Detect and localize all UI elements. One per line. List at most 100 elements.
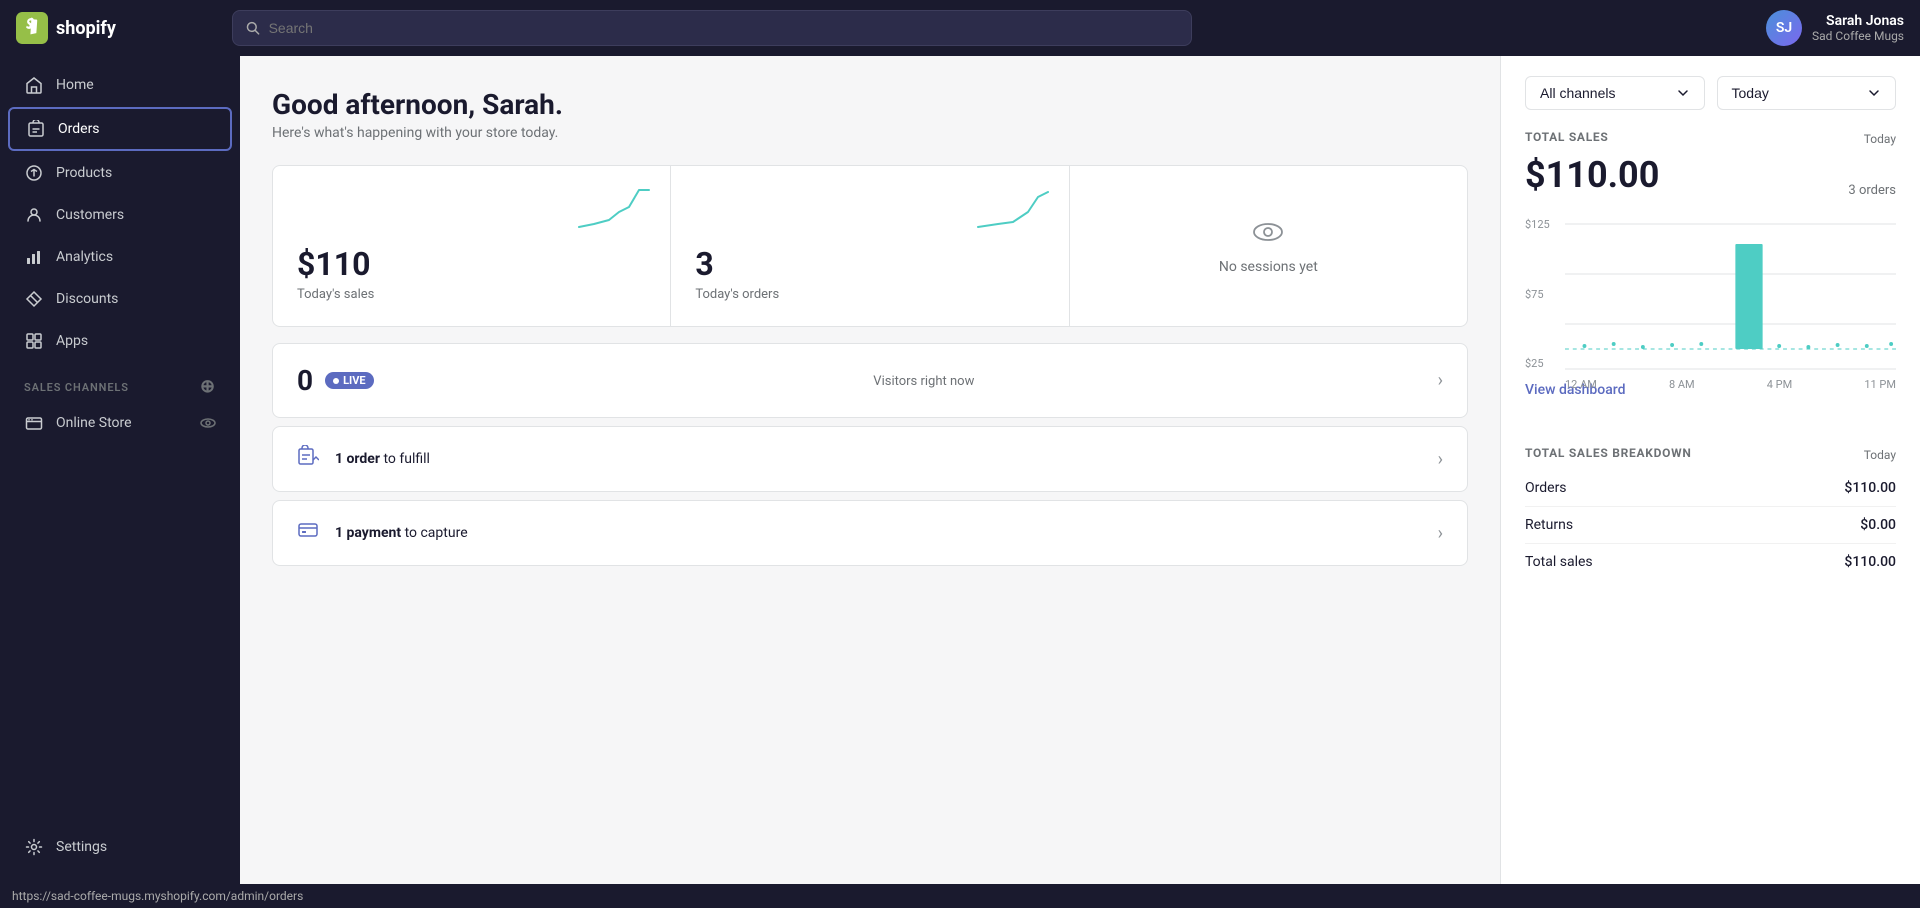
chart-svg bbox=[1565, 214, 1896, 374]
chevron-right-icon: › bbox=[1438, 370, 1443, 391]
panel-top-controls: All channels Today bbox=[1525, 76, 1896, 110]
add-sales-channel-button[interactable]: ⊕ bbox=[200, 378, 216, 396]
user-info: Sarah Jonas Sad Coffee Mugs bbox=[1812, 13, 1904, 43]
live-visitors-card[interactable]: 0 LIVE Visitors right now › bbox=[272, 343, 1468, 418]
no-sessions-text: No sessions yet bbox=[1219, 259, 1318, 275]
sidebar-item-analytics-label: Analytics bbox=[56, 249, 113, 265]
sidebar-bottom: Settings bbox=[0, 826, 240, 876]
fulfill-order-text: 1 order to fulfill bbox=[335, 451, 1438, 467]
time-dropdown[interactable]: Today bbox=[1717, 76, 1897, 110]
capture-payment-text: 1 payment to capture bbox=[335, 525, 1438, 541]
apps-icon bbox=[24, 331, 44, 351]
online-store-label: Online Store bbox=[56, 415, 132, 431]
total-sales-today: Today bbox=[1864, 132, 1896, 146]
breakdown-returns-value: $0.00 bbox=[1860, 517, 1896, 533]
capture-payment-card[interactable]: 1 payment to capture › bbox=[272, 500, 1468, 566]
sidebar-item-discounts[interactable]: Discounts bbox=[8, 279, 232, 319]
breakdown-returns-label: Returns bbox=[1525, 517, 1573, 533]
products-icon bbox=[24, 163, 44, 183]
sidebar-item-settings[interactable]: Settings bbox=[8, 827, 232, 867]
chart-container: $125 $75 $25 bbox=[1525, 214, 1896, 374]
stat-card-sessions: No sessions yet bbox=[1070, 166, 1467, 326]
chart-x-labels: 12 AM 8 AM 4 PM 11 PM bbox=[1565, 378, 1896, 391]
time-chevron-icon bbox=[1867, 86, 1881, 100]
logo-text: shopify bbox=[56, 18, 116, 39]
capture-chevron-icon: › bbox=[1438, 523, 1443, 544]
stats-row: $110 Today's sales 3 Today's orders bbox=[272, 165, 1468, 327]
settings-label: Settings bbox=[56, 839, 107, 855]
breakdown-row-orders: Orders $110.00 bbox=[1525, 470, 1896, 507]
orders-count: 3 orders bbox=[1848, 183, 1896, 198]
avatar: SJ bbox=[1766, 10, 1802, 46]
total-amount: $110.00 bbox=[1525, 154, 1659, 196]
orders-mini-chart bbox=[973, 182, 1053, 232]
subtext: Here's what's happening with your store … bbox=[272, 125, 1468, 141]
x-label-0: 12 AM bbox=[1565, 378, 1597, 391]
orders-icon bbox=[26, 119, 46, 139]
breakdown-total-value: $110.00 bbox=[1844, 554, 1896, 570]
y-label-0: $125 bbox=[1525, 218, 1550, 231]
sidebar-item-online-store[interactable]: Online Store bbox=[8, 403, 232, 443]
discounts-icon bbox=[24, 289, 44, 309]
content-header: Good afternoon, Sarah. Here's what's hap… bbox=[272, 88, 1468, 141]
content-area: Good afternoon, Sarah. Here's what's hap… bbox=[240, 56, 1500, 884]
fulfill-icon bbox=[297, 445, 319, 473]
sidebar-item-apps-label: Apps bbox=[56, 333, 88, 349]
breakdown-today: Today bbox=[1864, 448, 1896, 462]
stat-card-sales: $110 Today's sales bbox=[273, 166, 670, 326]
total-sales-section: TOTAL SALES Today $110.00 3 orders $125 … bbox=[1525, 130, 1896, 422]
sidebar-item-home[interactable]: Home bbox=[8, 65, 232, 105]
fulfill-order-card[interactable]: 1 order to fulfill › bbox=[272, 426, 1468, 492]
y-label-1: $75 bbox=[1525, 288, 1550, 301]
live-dot bbox=[333, 378, 339, 384]
analytics-icon bbox=[24, 247, 44, 267]
sidebar-item-products-label: Products bbox=[56, 165, 112, 181]
sidebar-item-discounts-label: Discounts bbox=[56, 291, 118, 307]
status-url: https://sad-coffee-mugs.myshopify.com/ad… bbox=[12, 889, 303, 903]
visitors-label: Visitors right now bbox=[873, 374, 1437, 389]
sidebar-item-analytics[interactable]: Analytics bbox=[8, 237, 232, 277]
greeting: Good afternoon, Sarah. bbox=[272, 88, 1468, 121]
sidebar-item-home-label: Home bbox=[56, 77, 94, 93]
sidebar-item-orders-label: Orders bbox=[58, 121, 100, 137]
breakdown-section: TOTAL SALES BREAKDOWN Today Orders $110.… bbox=[1525, 446, 1896, 580]
status-bar: https://sad-coffee-mugs.myshopify.com/ad… bbox=[0, 884, 1920, 908]
fulfill-chevron-icon: › bbox=[1438, 449, 1443, 470]
payment-icon bbox=[297, 519, 319, 547]
action-row: 1 order to fulfill › 1 payment to captur… bbox=[272, 426, 1468, 566]
x-label-1: 8 AM bbox=[1669, 378, 1695, 391]
sidebar-item-customers-label: Customers bbox=[56, 207, 124, 223]
sales-value: $110 bbox=[297, 245, 370, 283]
x-label-2: 4 PM bbox=[1767, 378, 1792, 391]
sales-label: Today's sales bbox=[297, 287, 374, 302]
breakdown-title: TOTAL SALES BREAKDOWN bbox=[1525, 446, 1692, 460]
search-bar[interactable] bbox=[232, 10, 1192, 46]
settings-icon bbox=[24, 837, 44, 857]
search-icon bbox=[245, 20, 261, 36]
sales-mini-chart bbox=[574, 182, 654, 232]
customers-icon bbox=[24, 205, 44, 225]
search-input[interactable] bbox=[269, 20, 1179, 36]
sidebar-item-customers[interactable]: Customers bbox=[8, 195, 232, 235]
home-icon bbox=[24, 75, 44, 95]
visitors-count: 0 bbox=[297, 364, 313, 397]
logo[interactable]: shopify bbox=[16, 12, 216, 44]
sidebar: Home Orders Products bbox=[0, 56, 240, 884]
sidebar-item-products[interactable]: Products bbox=[8, 153, 232, 193]
right-panel: All channels Today TOTAL SALES Today $11… bbox=[1500, 56, 1920, 884]
total-sales-title: TOTAL SALES bbox=[1525, 130, 1609, 144]
sales-channels-header: SALES CHANNELS ⊕ bbox=[0, 362, 240, 402]
breakdown-row-total: Total sales $110.00 bbox=[1525, 544, 1896, 580]
sidebar-item-apps[interactable]: Apps bbox=[8, 321, 232, 361]
online-store-icon bbox=[24, 413, 44, 433]
chart-area bbox=[1565, 214, 1896, 374]
sidebar-item-orders[interactable]: Orders bbox=[8, 107, 232, 151]
orders-label: Today's orders bbox=[695, 287, 779, 302]
channels-dropdown[interactable]: All channels bbox=[1525, 76, 1705, 110]
user-store: Sad Coffee Mugs bbox=[1812, 29, 1904, 43]
x-label-3: 11 PM bbox=[1864, 378, 1896, 391]
user-area: SJ Sarah Jonas Sad Coffee Mugs bbox=[1766, 10, 1904, 46]
channels-chevron-icon bbox=[1676, 86, 1690, 100]
topnav: shopify SJ Sarah Jonas Sad Coffee Mugs bbox=[0, 0, 1920, 56]
stat-card-orders: 3 Today's orders bbox=[671, 166, 1068, 326]
